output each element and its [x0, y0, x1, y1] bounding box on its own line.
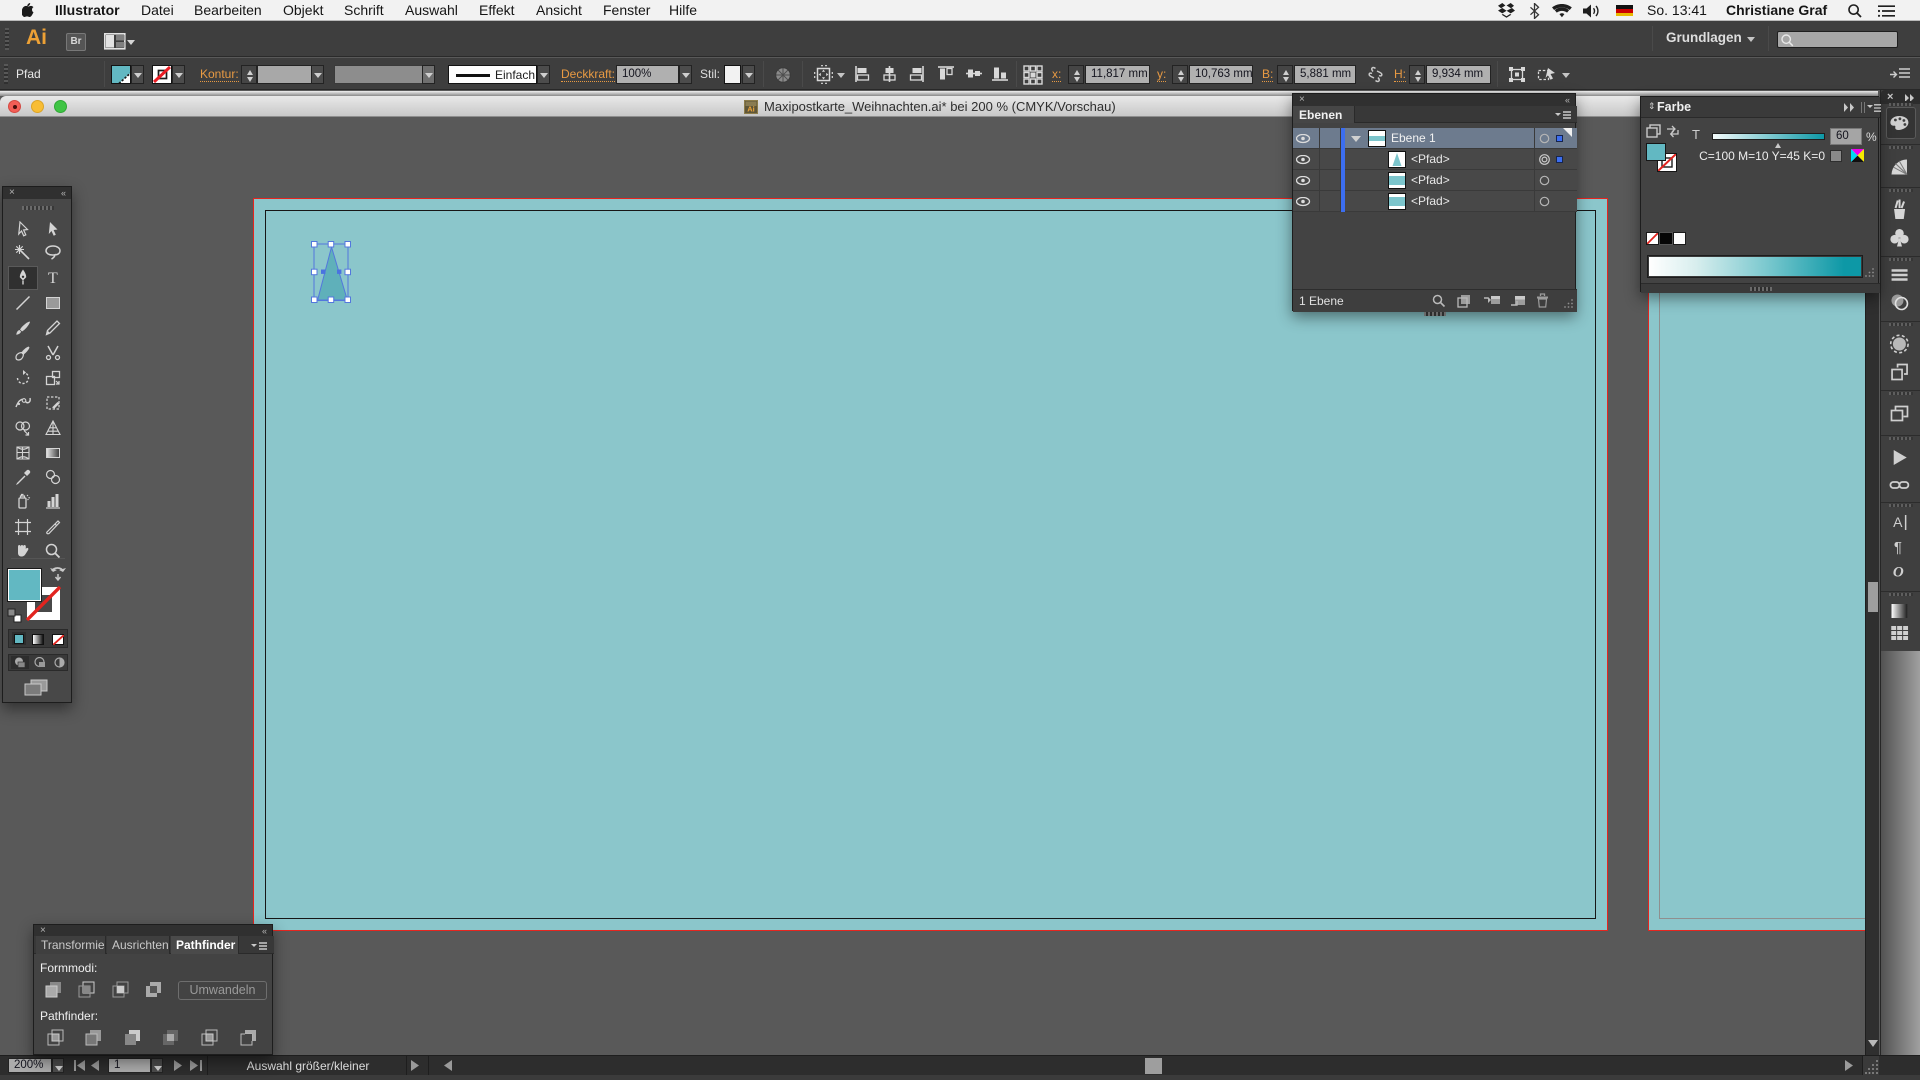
svg-text:O: O — [1892, 565, 1903, 581]
svg-text:Ai: Ai — [747, 105, 755, 114]
svg-text:A: A — [1893, 514, 1903, 530]
svg-text:¶: ¶ — [1893, 539, 1901, 555]
svg-text:T: T — [48, 270, 58, 285]
